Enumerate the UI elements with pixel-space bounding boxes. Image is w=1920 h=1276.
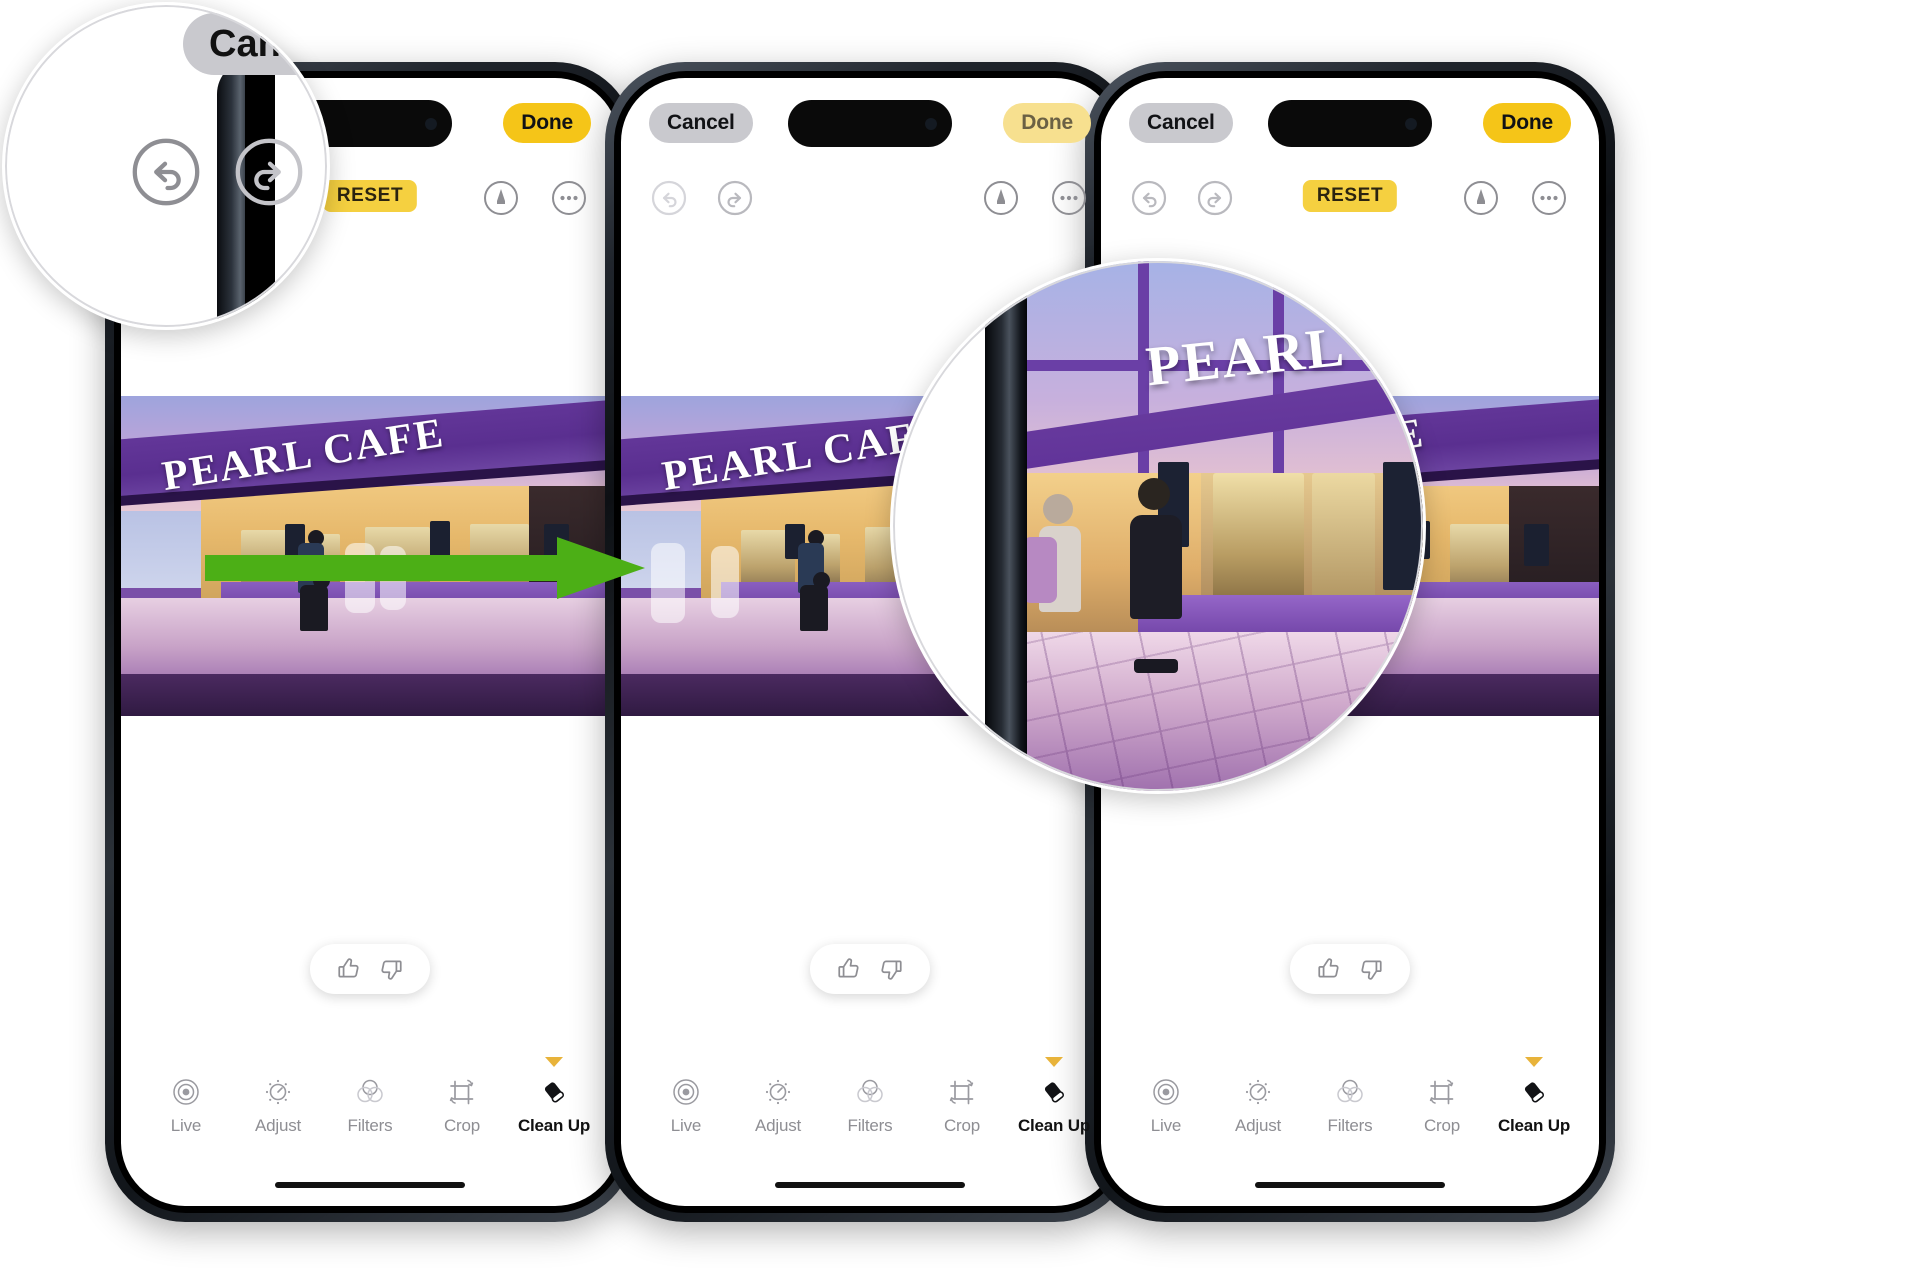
filters-circles-icon: [1334, 1075, 1366, 1109]
live-photo-icon: [171, 1075, 201, 1109]
more-ellipsis-circle-icon[interactable]: [547, 176, 591, 220]
thumbs-up-icon[interactable]: [1316, 956, 1342, 982]
crop-frame-icon: [1426, 1075, 1458, 1109]
tab-live-label: Live: [670, 1116, 702, 1135]
tab-crop-label: Crop: [943, 1116, 981, 1135]
clean-up-eraser-icon: [1518, 1075, 1550, 1109]
crop-frame-icon: [446, 1075, 478, 1109]
tab-adjust[interactable]: Adjust: [232, 1075, 324, 1136]
thumbs-down-icon[interactable]: [878, 956, 904, 982]
thumbs-up-icon[interactable]: [836, 956, 862, 982]
magnifier-photo-zoom: PEARL: [890, 258, 1426, 794]
adjust-dial-icon: [1243, 1075, 1273, 1109]
magnified-phone-edge: [985, 261, 1027, 791]
adjust-dial-icon: [763, 1075, 793, 1109]
magnified-undo-arrow-circle-icon[interactable]: [127, 133, 205, 216]
magnifier-top-left: Cancel: [2, 2, 330, 330]
phone-3-topbar: Cancel Done: [1101, 98, 1599, 150]
tab-adjust-label: Adjust: [1234, 1116, 1282, 1135]
edit-tool-tabbar: Live Adjust Filters Crop Clean Up: [1101, 1050, 1599, 1136]
tab-clean-up-label: Clean Up: [517, 1116, 591, 1135]
magnified-cancel-button[interactable]: Cancel: [183, 13, 327, 75]
feedback-pill: [310, 944, 430, 994]
tab-adjust-label: Adjust: [254, 1116, 302, 1135]
cancel-button[interactable]: Cancel: [649, 103, 753, 143]
tab-crop[interactable]: Crop: [916, 1075, 1008, 1136]
filters-circles-icon: [854, 1075, 886, 1109]
done-button[interactable]: Done: [1003, 103, 1091, 143]
tab-crop[interactable]: Crop: [1396, 1075, 1488, 1136]
undo-arrow-circle-icon[interactable]: [1127, 176, 1171, 220]
tab-clean-up[interactable]: Clean Up: [508, 1057, 600, 1136]
tab-crop-label: Crop: [1423, 1116, 1461, 1135]
thumbs-down-icon[interactable]: [1358, 956, 1384, 982]
reset-button[interactable]: RESET: [1302, 180, 1398, 212]
thumbs-up-icon[interactable]: [336, 956, 362, 982]
active-tab-marker-icon: [1045, 1057, 1063, 1067]
markup-pen-circle-icon[interactable]: [1459, 176, 1503, 220]
tab-live-label: Live: [170, 1116, 202, 1135]
redo-arrow-circle-icon[interactable]: [1193, 176, 1237, 220]
markup-pen-circle-icon[interactable]: [479, 176, 523, 220]
tab-adjust[interactable]: Adjust: [732, 1075, 824, 1136]
tab-crop[interactable]: Crop: [416, 1075, 508, 1136]
home-indicator[interactable]: [275, 1182, 465, 1188]
tab-live[interactable]: Live: [640, 1075, 732, 1136]
tab-clean-up[interactable]: Clean Up: [1008, 1057, 1100, 1136]
undo-arrow-circle-icon[interactable]: [647, 176, 691, 220]
tab-filters-label: Filters: [847, 1116, 893, 1135]
tab-filters[interactable]: Filters: [1304, 1075, 1396, 1136]
tab-filters[interactable]: Filters: [824, 1075, 916, 1136]
phone-2-topbar: Cancel Done: [621, 98, 1119, 150]
tab-live-label: Live: [1150, 1116, 1182, 1135]
redo-arrow-circle-icon[interactable]: [713, 176, 757, 220]
tab-clean-up-label: Clean Up: [1017, 1116, 1091, 1135]
tab-filters-label: Filters: [1327, 1116, 1373, 1135]
home-indicator[interactable]: [775, 1182, 965, 1188]
more-ellipsis-circle-icon[interactable]: [1047, 176, 1091, 220]
done-button[interactable]: Done: [503, 103, 591, 143]
tab-live[interactable]: Live: [1120, 1075, 1212, 1136]
thumbs-down-icon[interactable]: [378, 956, 404, 982]
active-tab-marker-icon: [545, 1057, 563, 1067]
crop-frame-icon: [946, 1075, 978, 1109]
edit-tool-tabbar: Live Adjust Filters Crop Clean Up: [121, 1050, 619, 1136]
live-photo-icon: [1151, 1075, 1181, 1109]
tab-adjust-label: Adjust: [754, 1116, 802, 1135]
edit-tool-tabbar: Live Adjust Filters Crop Clean Up: [621, 1050, 1119, 1136]
home-indicator[interactable]: [1255, 1182, 1445, 1188]
tab-clean-up[interactable]: Clean Up: [1488, 1057, 1580, 1136]
reset-button[interactable]: RESET: [322, 180, 418, 212]
feedback-pill: [810, 944, 930, 994]
magnified-redo-arrow-circle-icon[interactable]: [230, 133, 308, 216]
tab-clean-up-label: Clean Up: [1497, 1116, 1571, 1135]
adjust-dial-icon: [263, 1075, 293, 1109]
feedback-pill: [1290, 944, 1410, 994]
tab-adjust[interactable]: Adjust: [1212, 1075, 1304, 1136]
active-tab-marker-icon: [1525, 1057, 1543, 1067]
walkthrough-stage: Cancel Done RESET: [0, 0, 1920, 1276]
tab-live[interactable]: Live: [140, 1075, 232, 1136]
clean-up-eraser-icon: [1038, 1075, 1070, 1109]
tab-filters[interactable]: Filters: [324, 1075, 416, 1136]
filters-circles-icon: [354, 1075, 386, 1109]
cancel-button[interactable]: Cancel: [1129, 103, 1233, 143]
more-ellipsis-circle-icon[interactable]: [1527, 176, 1571, 220]
clean-up-eraser-icon: [538, 1075, 570, 1109]
tab-crop-label: Crop: [443, 1116, 481, 1135]
markup-pen-circle-icon[interactable]: [979, 176, 1023, 220]
progress-arrow: [205, 537, 645, 599]
tab-filters-label: Filters: [347, 1116, 393, 1135]
live-photo-icon: [671, 1075, 701, 1109]
phone-3-toolrow: RESET: [1101, 170, 1599, 226]
done-button[interactable]: Done: [1483, 103, 1571, 143]
phone-2-toolrow: [621, 170, 1119, 226]
magnified-photo: PEARL: [1027, 261, 1423, 791]
